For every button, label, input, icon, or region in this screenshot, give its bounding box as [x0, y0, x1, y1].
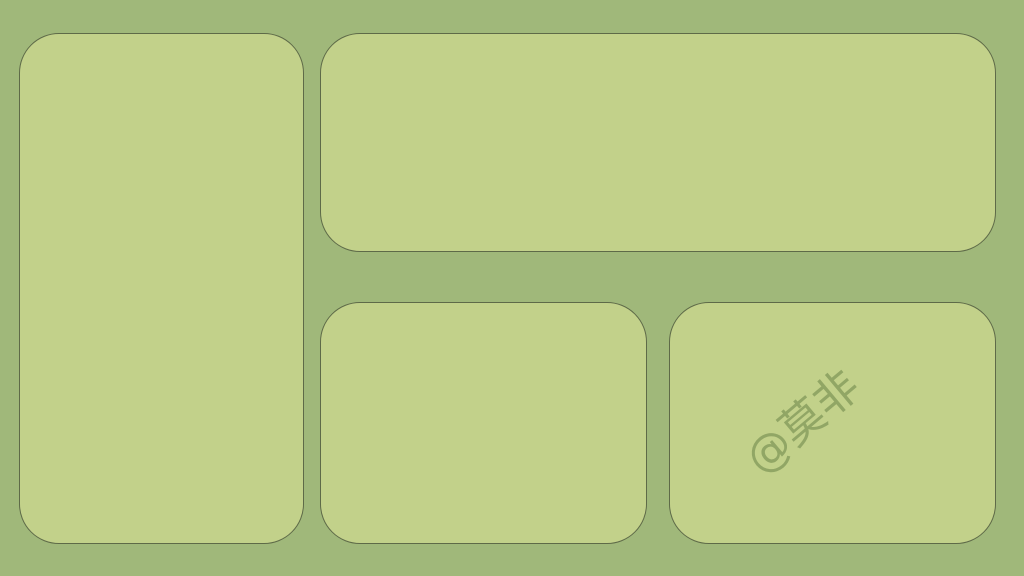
bottom-left-panel — [320, 302, 647, 544]
left-tall-panel — [19, 33, 304, 544]
top-wide-panel — [320, 33, 996, 252]
